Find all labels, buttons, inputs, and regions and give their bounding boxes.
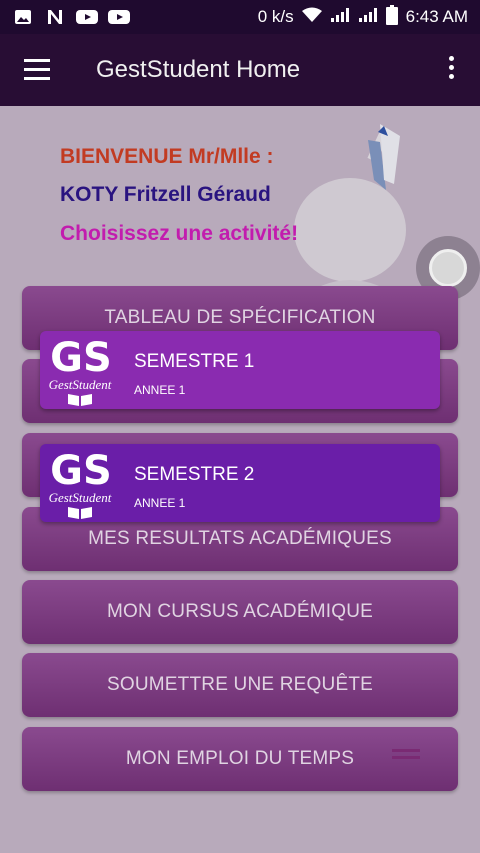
n-app-icon (44, 8, 66, 26)
wifi-icon (301, 7, 322, 28)
semester-1-card[interactable]: GS GestStudent SEMESTRE 1 ANNEE 1 (40, 331, 440, 409)
svg-text:GestStudent: GestStudent (49, 490, 112, 505)
app-bar: GestStudent Home (0, 34, 480, 106)
svg-text:GS: GS (50, 335, 112, 381)
geststudent-logo-icon: GS GestStudent (49, 335, 112, 406)
semester-year: ANNEE 1 (134, 496, 186, 510)
svg-text:GS: GS (50, 448, 112, 494)
semester-title: SEMESTRE 2 (134, 464, 255, 485)
clock: 6:43 AM (405, 7, 468, 26)
battery-icon (385, 4, 398, 30)
academic-path-button[interactable]: MON CURSUS ACADÉMIQUE (22, 580, 458, 644)
youtube-icon (76, 8, 98, 26)
choose-activity-prompt: Choisissez une activité! (60, 222, 299, 245)
student-name: KOTY Fritzell Géraud (60, 183, 271, 206)
svg-text:GestStudent: GestStudent (49, 377, 112, 392)
image-icon (12, 8, 34, 26)
network-speed: 0 k/s (257, 7, 294, 26)
overflow-menu-icon[interactable] (448, 56, 456, 82)
status-bar: 0 k/s 6:43 AM (0, 0, 480, 34)
welcome-greeting: BIENVENUE Mr/Mlle : (60, 145, 274, 168)
hamburger-menu-icon[interactable] (24, 59, 50, 80)
signal-icon (330, 7, 350, 28)
youtube-icon (108, 8, 130, 26)
semester-title: SEMESTRE 1 (134, 351, 255, 372)
equals-icon (392, 749, 420, 763)
app-title: GestStudent Home (96, 56, 301, 83)
semester-2-card[interactable]: GS GestStudent SEMESTRE 2 ANNEE 1 (40, 444, 440, 522)
signal-icon (358, 7, 378, 28)
geststudent-logo-icon: GS GestStudent (49, 448, 112, 519)
semester-year: ANNEE 1 (134, 383, 186, 397)
submit-request-button[interactable]: SOUMETTRE UNE REQUÊTE (22, 653, 458, 717)
